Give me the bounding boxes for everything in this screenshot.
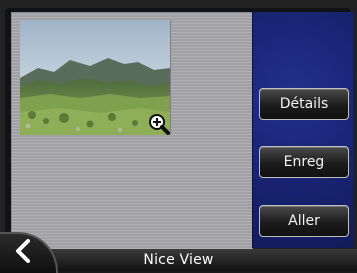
save-button[interactable]: Enreg bbox=[259, 146, 349, 178]
save-button-label: Enreg bbox=[283, 154, 325, 170]
details-button[interactable]: Détails bbox=[259, 88, 349, 120]
chevron-left-icon bbox=[11, 238, 37, 264]
zoom-in-icon[interactable] bbox=[148, 113, 170, 135]
go-button-label: Aller bbox=[288, 213, 320, 229]
go-button[interactable]: Aller bbox=[259, 205, 349, 237]
details-button-label: Détails bbox=[279, 96, 329, 112]
